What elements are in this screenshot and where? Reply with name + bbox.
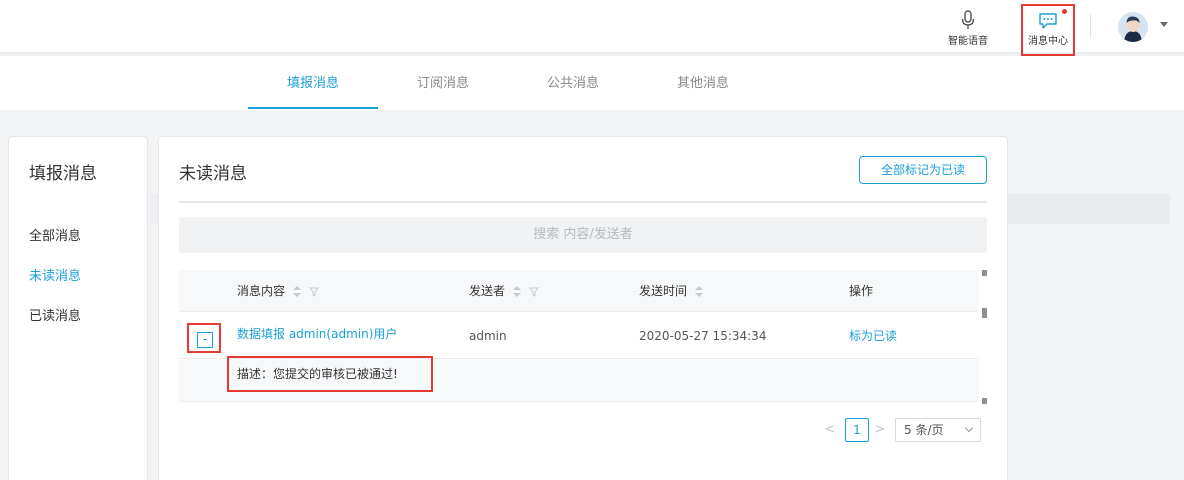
column-time[interactable]: 发送时间 <box>639 270 704 312</box>
tab-subscription[interactable]: 订阅消息 <box>378 56 508 110</box>
message-tabs: 填报消息 订阅消息 公共消息 其他消息 <box>0 56 1184 110</box>
message-sender: admin <box>469 329 507 343</box>
search-input[interactable]: 搜索 内容/发送者 <box>179 217 987 253</box>
top-bar: 智能语音 消息中心 <box>0 0 1184 56</box>
sidebar: 填报消息 全部消息 未读消息 已读消息 <box>8 136 148 480</box>
page-number-current[interactable]: 1 <box>845 418 869 442</box>
title-divider <box>179 201 987 203</box>
sidebar-item-unread[interactable]: 未读消息 <box>29 265 81 284</box>
column-action: 操作 <box>849 284 874 298</box>
message-list-panel: 未读消息 全部标记为已读 搜索 内容/发送者 消息内容 发送者 发送时间 操作 … <box>158 136 1008 480</box>
page-size-value: 5 条/页 <box>904 423 944 437</box>
chat-bubble-icon <box>1039 13 1057 29</box>
notification-dot <box>1062 9 1067 14</box>
chevron-down-icon[interactable] <box>1160 22 1168 27</box>
mark-all-read-button[interactable]: 全部标记为已读 <box>859 156 987 184</box>
column-sender-label: 发送者 <box>469 284 506 298</box>
user-avatar[interactable] <box>1118 12 1148 42</box>
table-row: - 数据填报 admin(admin)用户 admin 2020-05-27 1… <box>179 313 979 359</box>
filter-icon[interactable] <box>529 287 540 297</box>
mark-read-link[interactable]: 标为已读 <box>849 313 897 359</box>
column-time-label: 发送时间 <box>639 284 688 298</box>
column-content-label: 消息内容 <box>237 284 286 298</box>
next-page-button[interactable]: > <box>873 418 887 442</box>
chevron-down-icon <box>964 423 974 433</box>
expand-highlight: - <box>187 323 221 353</box>
sort-icon[interactable] <box>293 285 302 298</box>
prev-page-button[interactable]: < <box>823 418 837 442</box>
scrollbar-thumb[interactable] <box>982 308 987 318</box>
active-tab-indicator <box>248 107 378 109</box>
collapse-row-button[interactable]: - <box>197 332 213 348</box>
message-content-link[interactable]: 数据填报 admin(admin)用户 <box>237 313 397 359</box>
background-button <box>1008 194 1170 224</box>
detail-highlight: 描述：您提交的审核已被通过! <box>227 356 433 392</box>
tab-other[interactable]: 其他消息 <box>638 56 768 110</box>
page-title: 未读消息 <box>179 164 247 184</box>
sidebar-title: 填报消息 <box>29 164 97 184</box>
filter-icon[interactable] <box>309 287 320 297</box>
expanded-detail-row: 描述：您提交的审核已被通过! <box>179 356 979 402</box>
toolbar-divider <box>1090 14 1091 38</box>
sort-icon[interactable] <box>695 285 704 298</box>
avatar-image <box>1118 12 1148 42</box>
message-center-button[interactable]: 消息中心 <box>1021 4 1075 56</box>
sort-icon[interactable] <box>513 285 522 298</box>
microphone-icon <box>961 10 975 29</box>
scrollbar-bottom-marker <box>982 398 987 404</box>
tab-fill-report[interactable]: 填报消息 <box>248 56 378 110</box>
voice-assistant-button[interactable]: 智能语音 <box>942 10 994 50</box>
message-time: 2020-05-27 15:34:34 <box>639 329 767 343</box>
table-scrollbar[interactable] <box>982 270 987 404</box>
message-center-label: 消息中心 <box>1028 36 1068 47</box>
page-size-select[interactable]: 5 条/页 <box>895 418 981 442</box>
table-header: 消息内容 发送者 发送时间 操作 <box>179 270 979 312</box>
sidebar-item-all[interactable]: 全部消息 <box>29 225 81 244</box>
voice-label: 智能语音 <box>948 36 988 47</box>
tab-public[interactable]: 公共消息 <box>508 56 638 110</box>
sidebar-item-read[interactable]: 已读消息 <box>29 305 81 324</box>
message-description: 描述：您提交的审核已被通过! <box>237 367 398 381</box>
column-sender[interactable]: 发送者 <box>469 270 540 312</box>
scrollbar-top-marker <box>982 270 987 276</box>
column-content[interactable]: 消息内容 <box>237 270 320 312</box>
